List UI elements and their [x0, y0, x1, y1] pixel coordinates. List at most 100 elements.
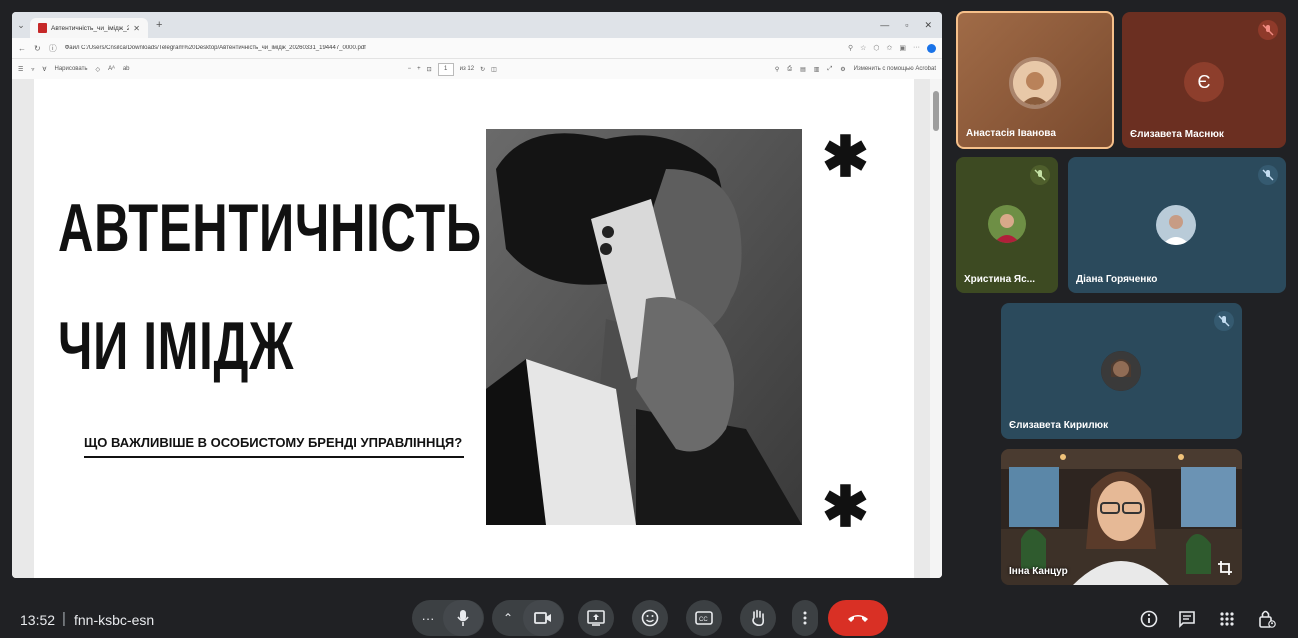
- page-view-icon[interactable]: ◫: [491, 66, 497, 73]
- participant-tile[interactable]: Діана Горяченко: [1068, 157, 1286, 293]
- camera-control-group: ⌃: [492, 600, 564, 636]
- address-bar: ← ↻ ⓘ Файл C:/Users/Cnsilca/Downloads/Te…: [12, 38, 942, 59]
- fullscreen-icon[interactable]: ⤢: [827, 66, 832, 73]
- contents-icon[interactable]: ☰: [18, 66, 23, 73]
- apps-grid-icon: [1220, 612, 1234, 626]
- settings-icon[interactable]: ⚙: [840, 66, 845, 73]
- url-field[interactable]: Файл C:/Users/Cnsilca/Downloads/Telegram…: [65, 45, 840, 51]
- minimize-icon[interactable]: —: [880, 20, 889, 31]
- zoom-icon[interactable]: ⚲: [848, 44, 853, 53]
- mic-off-icon: [1258, 165, 1278, 185]
- new-tab-icon[interactable]: +: [156, 19, 162, 31]
- hang-up-icon: [848, 615, 868, 622]
- info-icon: [1140, 610, 1158, 628]
- more-icon[interactable]: ···: [913, 44, 920, 53]
- reload-icon[interactable]: ↻: [34, 44, 41, 53]
- participant-name: Єлизавета Кирилюк: [1009, 420, 1109, 431]
- avatar: [1013, 61, 1057, 105]
- info-icon[interactable]: ⓘ: [49, 43, 57, 54]
- chat-button[interactable]: [1176, 608, 1198, 630]
- pdf-toolbar: ☰ ▿ ∀ Нарисовать ◇ Aᴬ ab − + ⊡ 1 из 12 ↻…: [12, 59, 942, 80]
- tab-list-icon[interactable]: ⌄: [12, 20, 30, 31]
- zoom-out-icon[interactable]: −: [408, 66, 412, 72]
- avatar: Є: [1184, 62, 1224, 102]
- text-icon[interactable]: Aᴬ: [108, 66, 115, 72]
- participant-tile[interactable]: Є Єлизавета Маснюк: [1122, 12, 1286, 148]
- mic-icon: [457, 610, 469, 626]
- participant-name: Анастасія Іванова: [966, 128, 1056, 139]
- draw-icon[interactable]: ∀: [42, 66, 46, 73]
- collections-icon[interactable]: ▣: [899, 44, 906, 53]
- favorites-bar-icon[interactable]: ✩: [887, 44, 893, 53]
- participant-tile[interactable]: Христина Яс...: [956, 157, 1058, 293]
- zoom-in-icon[interactable]: +: [417, 66, 421, 72]
- extensions-icon[interactable]: ⬡: [873, 44, 879, 53]
- meeting-toolbar: 13:52 | fnn-ksbc-esn ··· ⌃ CC: [0, 600, 1298, 638]
- page-number-input[interactable]: 1: [437, 62, 454, 76]
- meeting-time: 13:52: [20, 612, 56, 628]
- participant-video: [1001, 449, 1242, 585]
- rotate-icon[interactable]: ↻: [480, 66, 485, 73]
- filter-icon[interactable]: ▿: [31, 66, 34, 73]
- avatar: [988, 205, 1026, 243]
- scrollbar[interactable]: [930, 79, 942, 578]
- participant-tile[interactable]: Інна Канцур: [1001, 449, 1242, 585]
- leave-call-button[interactable]: [828, 600, 888, 636]
- captions-button[interactable]: CC: [686, 600, 722, 636]
- separator: |: [62, 610, 66, 627]
- close-icon[interactable]: ✕: [133, 24, 140, 33]
- host-controls-button[interactable]: [1256, 608, 1278, 630]
- camera-button[interactable]: [523, 600, 563, 636]
- camera-icon: [534, 612, 551, 624]
- asterisk-icon: ✱: [822, 125, 869, 188]
- captions-icon: CC: [695, 611, 713, 625]
- fit-page-icon[interactable]: ⊡: [427, 66, 432, 73]
- back-icon[interactable]: ←: [18, 44, 26, 53]
- mic-off-icon: [1030, 165, 1050, 185]
- avatar: [1156, 205, 1196, 245]
- participant-tile[interactable]: Анастасія Іванова: [956, 11, 1114, 149]
- browser-tab[interactable]: Автентичність_чи_імідж_20260... ✕: [30, 18, 148, 38]
- crop-icon[interactable]: [1216, 559, 1234, 577]
- profile-icon[interactable]: [927, 43, 936, 53]
- scrollbar-thumb[interactable]: [933, 91, 939, 131]
- mic-button[interactable]: [443, 600, 483, 636]
- participant-name: Єлизавета Маснюк: [1130, 129, 1224, 140]
- slide-subtitle: ЩО ВАЖЛИВІШЕ В ОСОБИСТОМУ БРЕНДІ УПРАВЛІ…: [84, 435, 464, 458]
- svg-text:CC: CC: [699, 617, 708, 623]
- meeting-details-button[interactable]: [1138, 608, 1160, 630]
- search-icon[interactable]: ⚲: [775, 66, 779, 73]
- window-close-icon[interactable]: ✕: [924, 20, 932, 31]
- present-screen-button[interactable]: [578, 600, 614, 636]
- page-total: из 12: [459, 66, 475, 72]
- activities-button[interactable]: [1216, 608, 1238, 630]
- eraser-icon[interactable]: ◇: [95, 66, 100, 73]
- window-controls: — ▫ ✕: [880, 20, 942, 31]
- avatar-initial: Є: [1197, 71, 1211, 92]
- slide-title-line2: ЧИ ІМІДЖ: [58, 308, 295, 384]
- more-vert-icon: [803, 611, 807, 625]
- pdf-viewer[interactable]: АВТЕНТИЧНІСТЬ ЧИ ІМІДЖ ЩО ВАЖЛИВІШЕ В ОС…: [12, 79, 942, 578]
- save-as-icon[interactable]: ▥: [814, 66, 820, 73]
- more-options-button[interactable]: [792, 600, 818, 636]
- maximize-icon[interactable]: ▫: [905, 20, 908, 31]
- asterisk-icon: ✱: [822, 475, 869, 538]
- print-icon[interactable]: ⎙: [787, 66, 792, 73]
- raise-hand-button[interactable]: [740, 600, 776, 636]
- favorite-icon[interactable]: ☆: [860, 44, 866, 53]
- acrobat-button[interactable]: Изменить с помощью Acrobat: [854, 66, 936, 72]
- slide-title-line1: АВТЕНТИЧНІСТЬ: [58, 190, 482, 266]
- save-icon[interactable]: ▤: [800, 66, 806, 73]
- mic-off-icon: [1258, 20, 1278, 40]
- chat-icon: [1179, 611, 1195, 628]
- read-aloud-icon[interactable]: ab: [123, 66, 130, 72]
- mic-control-group: ···: [412, 600, 484, 636]
- reactions-button[interactable]: [632, 600, 668, 636]
- draw-button[interactable]: Нарисовать: [55, 66, 88, 72]
- meeting-code: fnn-ksbc-esn: [74, 612, 155, 628]
- present-icon: [587, 610, 605, 626]
- audio-options-icon[interactable]: ···: [413, 611, 443, 626]
- shared-screen: ⌄ Автентичність_чи_імідж_20260... ✕ + — …: [12, 12, 942, 578]
- video-options-icon[interactable]: ⌃: [493, 611, 523, 625]
- participant-tile[interactable]: Єлизавета Кирилюк: [1001, 303, 1242, 439]
